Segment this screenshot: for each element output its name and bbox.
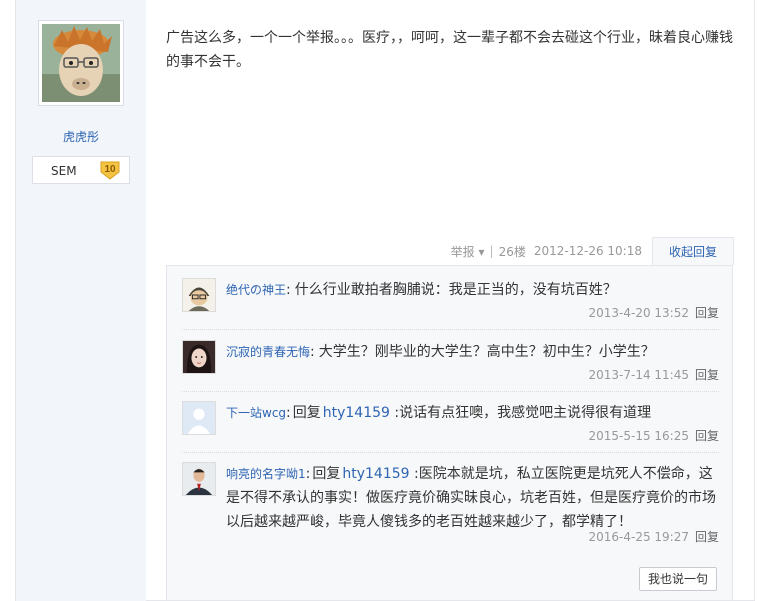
reply-colon: : [286,405,291,421]
reply-username[interactable]: 沉寂的青春无悔 [226,345,310,359]
reply-button[interactable]: 回复 [695,306,719,320]
reply-list: 绝代の神王: 什么行业敢拍者胸脯说：我是正当的，没有坑百姓？ 2013-4-20 … [166,265,733,601]
author-name-link[interactable]: 虎虎彤 [16,128,146,145]
say-something-button[interactable]: 我也说一句 [638,567,717,591]
reply-body: 下一站wcg: 回复 hty14159 :说话有点狂噢，我感觉吧主说得很有道理 [226,401,718,425]
post-time: 2012-12-26 10:18 [533,244,642,258]
level-badge-icon: 10 [100,161,120,180]
floor-number: 26楼 [498,244,526,259]
reply-target[interactable]: hty14159 [323,405,390,421]
reply-button[interactable]: 回复 [695,530,719,544]
reply-meta: 2013-4-20 13:52 回复 [588,304,719,321]
level-name: SEM [51,164,77,178]
reply-time: 2013-4-20 13:52 [588,306,689,320]
reply-username[interactable]: 响亮的名字呦1 [226,467,306,481]
reply-time: 2016-4-25 19:27 [588,530,689,544]
reply-word: 回复 [292,405,321,421]
reply-colon: : [305,466,311,482]
collapse-replies-button[interactable]: 收起回复 [651,237,734,265]
post-tail: 举报 ▾ | 26楼 2012-12-26 10:18 收起回复 [451,237,734,265]
reply-colon: : [409,466,419,482]
reply-text: 说话有点狂噢，我感觉吧主说得很有道理 [399,405,652,421]
author-sidebar: 虎虎彤 SEM 10 [16,0,146,601]
reply-body: 沉寂的青春无悔: 大学生？刚毕业的大学生？高中生？初中生？小学生？ [226,340,718,364]
man-avatar-icon[interactable] [182,462,216,496]
author-avatar[interactable] [38,20,124,106]
author-level-box[interactable]: SEM 10 [32,156,130,184]
report-link[interactable]: 举报 ▾ [451,243,485,260]
level-number: 10 [104,164,116,175]
reply-text: 大学生？刚毕业的大学生？高中生？初中生？小学生？ [318,344,655,360]
report-arrow-icon: ▾ [478,244,485,259]
reply-username[interactable]: 绝代の神王 [226,283,286,297]
girl-avatar-icon[interactable] [182,340,216,374]
reply-body: 绝代の神王: 什么行业敢拍者胸脯说：我是正当的，没有坑百姓？ [226,278,718,302]
reply-body: 响亮的名字呦1: 回复 hty14159 :医院本就是坑，私立医院更是坑死人不偿命，… [226,462,718,534]
reply-meta: 2016-4-25 19:27 回复 [588,528,719,545]
post-container: 虎虎彤 SEM 10 广告这么多，一个一个举报。。。医疗，，呵呵，这一辈子都不会… [15,0,755,601]
post-content: 广告这么多，一个一个举报。。。医疗，，呵呵，这一辈子都不会去碰这个行业，昧着良心… [166,30,733,70]
reply-meta: 2013-7-14 11:45 回复 [588,366,719,383]
reply-text: 什么行业敢拍者胸脯说：我是正当的，没有坑百姓？ [294,282,617,298]
reply-item: 下一站wcg: 回复 hty14159 :说话有点狂噢，我感觉吧主说得很有道理 20… [182,401,719,453]
reply-colon: : [286,282,291,298]
default-avatar-icon[interactable] [182,401,216,435]
alpaca-avatar-icon [42,24,120,102]
reply-time: 2015-5-15 16:25 [588,429,689,443]
reply-item: 沉寂的青春无悔: 大学生？刚毕业的大学生？高中生？初中生？小学生？ 2013-7-… [182,340,719,392]
reply-item: 响亮的名字呦1: 回复 hty14159 :医院本就是坑，私立医院更是坑死人不偿命，… [182,462,719,551]
cartoon-avatar-icon[interactable] [182,278,216,312]
reply-item: 绝代の神王: 什么行业敢拍者胸脯说：我是正当的，没有坑百姓？ 2013-4-20 … [182,278,719,330]
reply-username[interactable]: 下一站wcg [226,406,286,420]
reply-meta: 2015-5-15 16:25 回复 [588,427,719,444]
reply-time: 2013-7-14 11:45 [588,368,689,382]
reply-target[interactable]: hty14159 [342,466,409,482]
reply-button[interactable]: 回复 [695,429,719,443]
report-label: 举报 [450,244,475,259]
reply-button[interactable]: 回复 [695,368,719,382]
reply-colon: : [310,344,315,360]
reply-colon: : [389,405,400,421]
reply-word: 回复 [312,466,341,482]
separator: | [489,244,494,258]
